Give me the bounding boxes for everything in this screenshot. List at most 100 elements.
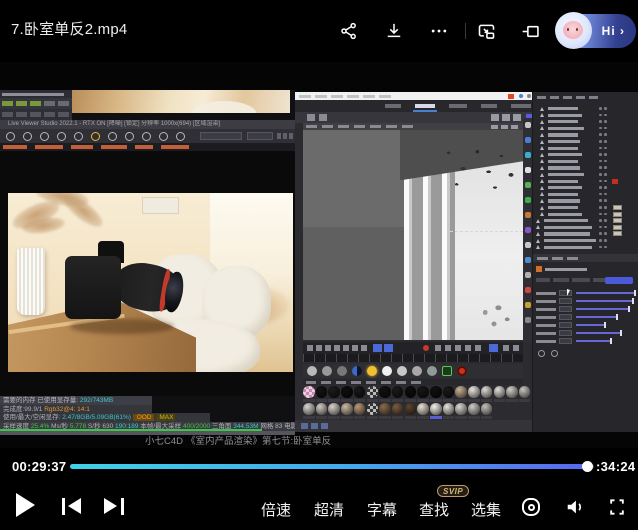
assistant-button[interactable]: Hi › [556, 14, 636, 48]
progress-fill [70, 464, 588, 469]
object-icon [536, 219, 540, 223]
picture-in-picture-icon[interactable] [474, 19, 498, 43]
material-swatch[interactable] [443, 403, 455, 415]
material-swatch[interactable] [494, 386, 506, 398]
render-pass-tabs[interactable] [0, 143, 295, 151]
visibility-dot [604, 133, 607, 136]
material-swatch[interactable] [443, 386, 455, 398]
more-icon[interactable] [427, 19, 451, 43]
property-value-field [559, 298, 572, 304]
material-create-row[interactable] [303, 364, 523, 378]
live-viewer-toolbar[interactable] [0, 129, 295, 143]
video-frame[interactable]: Live Viewer Studio 2022.1 - RTX ON [降噪] … [0, 62, 638, 448]
property-value-field [559, 338, 572, 344]
next-button[interactable] [102, 498, 124, 515]
theater-mode-icon[interactable] [518, 19, 542, 43]
visibility-dot [604, 232, 607, 235]
material-swatch[interactable] [405, 403, 417, 415]
material-swatch[interactable] [392, 386, 404, 398]
c4d-viewport[interactable] [303, 123, 523, 340]
material-swatch[interactable] [303, 403, 315, 415]
material-swatch[interactable] [506, 386, 518, 398]
swatch-label [519, 399, 531, 402]
speed-button[interactable]: 倍速 [258, 499, 294, 520]
frame-ruler[interactable] [303, 354, 523, 362]
record-target-icon[interactable] [521, 497, 541, 517]
material-swatches-row2[interactable] [303, 403, 531, 419]
ui-fragment [363, 95, 375, 98]
object-label [548, 153, 582, 156]
property-slider [576, 300, 632, 302]
download-icon[interactable] [382, 19, 406, 43]
toolbar-divider [465, 23, 466, 39]
quality-button[interactable]: 超清 [311, 499, 347, 520]
material-swatch[interactable] [455, 386, 467, 398]
octane-window-titlebar [0, 90, 72, 98]
ui-fragment [435, 345, 441, 351]
object-icon [540, 199, 544, 203]
fullscreen-icon[interactable] [607, 497, 627, 517]
material-swatch[interactable] [354, 386, 366, 398]
material-swatch[interactable] [430, 386, 442, 398]
material-swatch[interactable] [417, 386, 429, 398]
property-value-field [559, 290, 572, 296]
material-swatch[interactable] [303, 386, 315, 398]
object-icon [536, 232, 540, 236]
material-manager-menu[interactable] [303, 379, 523, 385]
animation-timeline[interactable] [303, 342, 523, 354]
object-label [548, 133, 578, 136]
material-swatch[interactable] [328, 403, 340, 415]
visibility-dot [599, 166, 602, 169]
material-swatch[interactable] [354, 403, 366, 415]
find-button[interactable]: 查找 [416, 499, 452, 520]
video-caption: 小七C4D 《室内产品渲染》第七节:卧室单反 [0, 436, 638, 448]
object-label [548, 160, 578, 163]
material-swatch[interactable] [392, 403, 404, 415]
progress-bar[interactable] [70, 464, 594, 469]
material-swatch[interactable] [430, 403, 442, 415]
share-icon[interactable] [337, 19, 361, 43]
material-swatch[interactable] [481, 403, 493, 415]
ui-fragment [511, 125, 518, 129]
material-swatch[interactable] [316, 403, 328, 415]
material-swatch[interactable] [379, 386, 391, 398]
property-label [536, 340, 556, 343]
visibility-dot [604, 120, 607, 123]
visibility-dot [599, 219, 602, 222]
side-tool-icon [525, 257, 531, 263]
material-swatch[interactable] [328, 386, 340, 398]
material-swatch[interactable] [468, 403, 480, 415]
material-swatch[interactable] [468, 386, 480, 398]
svip-badge[interactable]: SVIP [437, 485, 469, 497]
volume-icon[interactable] [564, 497, 584, 517]
material-swatch[interactable] [341, 386, 353, 398]
material-swatches-row1[interactable] [303, 386, 531, 402]
material-swatch[interactable] [405, 386, 417, 398]
material-swatch[interactable] [367, 386, 379, 398]
progress-handle[interactable] [582, 461, 593, 472]
material-swatch[interactable] [455, 403, 467, 415]
subtitle-button[interactable]: 字幕 [364, 499, 400, 520]
material-swatch[interactable] [316, 386, 328, 398]
swatch-label [481, 399, 493, 402]
visibility-dot [599, 186, 602, 189]
play-button[interactable] [16, 493, 35, 517]
c4d-side-toolbar[interactable] [523, 118, 532, 342]
material-swatch[interactable] [341, 403, 353, 415]
previous-button[interactable] [62, 498, 84, 515]
property-slider [576, 332, 620, 334]
ui-fragment [386, 125, 397, 128]
object-icon [540, 192, 544, 196]
swatch-label [417, 399, 429, 402]
viewport-menu[interactable] [303, 123, 523, 130]
current-frame-field [373, 344, 382, 352]
material-swatch[interactable] [417, 403, 429, 415]
swatch-label [392, 399, 404, 402]
episodes-button[interactable]: 选集 [468, 499, 504, 520]
material-swatch[interactable] [379, 403, 391, 415]
material-swatch[interactable] [519, 386, 531, 398]
ui-fragment [3, 145, 27, 149]
material-swatch[interactable] [367, 403, 379, 415]
attribute-tab [553, 278, 569, 282]
material-swatch[interactable] [481, 386, 493, 398]
